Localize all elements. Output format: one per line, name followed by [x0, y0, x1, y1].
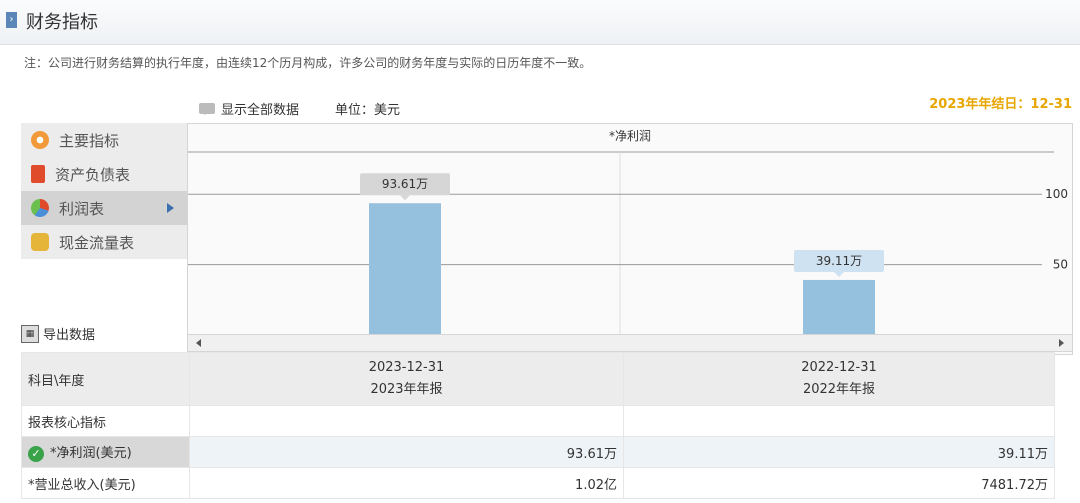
scroll-right-icon[interactable]: [1059, 339, 1068, 347]
unit-label: 单位：美元: [335, 103, 401, 118]
coins-icon: [31, 233, 49, 251]
column-report: 2022年年报: [802, 382, 876, 397]
financial-table: 科目\年度 2023-12-31 2023年年报 2022-12-31 2022…: [21, 352, 1055, 499]
section-label: 报表核心指标: [21, 405, 190, 437]
document-icon: [31, 165, 45, 183]
column-header-2022: 2022-12-31 2022年年报: [623, 352, 1055, 406]
scroll-left-icon[interactable]: [192, 339, 201, 347]
export-label: 导出数据: [43, 328, 96, 343]
chart-title: *净利润: [609, 129, 651, 143]
check-icon: ✓: [28, 445, 44, 462]
row-label: ✓ *净利润(美元): [21, 436, 190, 468]
fiscal-year-end: 2023年年结日：12-31: [929, 97, 1072, 112]
sidebar-item-main-indicators[interactable]: 主要指标: [21, 123, 187, 157]
sidebar-nav: 主要指标 资产负债表 利润表 现金流量表: [21, 123, 187, 259]
chart-canvas: *净利润 100 50 93.61万 39.11万: [188, 129, 1068, 335]
sidebar-item-label: 主要指标: [59, 131, 120, 150]
y-tick-label: 100: [1045, 187, 1068, 201]
fiscal-note: 注：公司进行财务结算的执行年度，由连续12个历月构成，许多公司的财务年度与实际的…: [24, 56, 592, 70]
table-cell: 7481.72万: [623, 467, 1055, 499]
column-header-2023: 2023-12-31 2023年年报: [189, 352, 624, 406]
empty-cell: [623, 405, 1055, 437]
sidebar-item-label: 现金流量表: [59, 233, 135, 252]
table-cell: 39.11万: [623, 436, 1055, 468]
sidebar-item-balance-sheet[interactable]: 资产负债表: [21, 157, 187, 191]
table-section-row: 报表核心指标: [21, 405, 1055, 437]
column-report: 2023年年报: [370, 382, 443, 397]
column-date: 2023-12-31: [368, 360, 445, 375]
chart-scrollbar[interactable]: [187, 334, 1073, 352]
data-label: 39.11万: [816, 254, 862, 268]
data-label-pointer: [400, 195, 410, 201]
table-row[interactable]: *营业总收入(美元) 1.02亿 7481.72万: [21, 467, 1055, 499]
table-header-row: 科目\年度 2023-12-31 2023年年报 2022-12-31 2022…: [21, 352, 1055, 406]
section-marker-icon: ›: [6, 12, 17, 28]
export-icon: ▦: [21, 324, 39, 343]
page-header: › 财务指标: [0, 0, 1080, 45]
bar: [369, 203, 441, 335]
page-title: 财务指标: [26, 12, 98, 33]
data-label-pointer: [834, 271, 844, 277]
row-label: *营业总收入(美元): [21, 467, 190, 499]
table-cell: 93.61万: [189, 436, 624, 468]
show-all-label: 显示全部数据: [221, 103, 300, 118]
bar: [803, 279, 875, 335]
pie-chart-icon: [31, 199, 49, 217]
row-label-text: *净利润(美元): [50, 446, 132, 462]
empty-cell: [189, 405, 624, 437]
export-data-button[interactable]: ▦ 导出数据: [21, 324, 95, 343]
sidebar-item-income-statement[interactable]: 利润表: [21, 191, 187, 225]
table-header-label: 科目\年度: [21, 352, 190, 406]
gear-icon: [31, 131, 49, 149]
show-all-data-toggle[interactable]: 显示全部数据: [199, 99, 299, 118]
column-date: 2022-12-31: [801, 360, 877, 375]
sidebar-item-cash-flow[interactable]: 现金流量表: [21, 225, 187, 259]
y-tick-label: 50: [1053, 258, 1068, 272]
data-label: 93.61万: [382, 177, 428, 191]
table-row[interactable]: ✓ *净利润(美元) 93.61万 39.11万: [21, 436, 1055, 468]
sidebar-item-label: 利润表: [59, 199, 105, 218]
net-profit-chart: *净利润 100 50 93.61万 39.11万: [187, 123, 1073, 355]
comment-icon: [199, 103, 215, 115]
sidebar-item-label: 资产负债表: [55, 165, 131, 184]
active-arrow-icon: [167, 203, 179, 213]
table-cell: 1.02亿: [189, 467, 624, 499]
